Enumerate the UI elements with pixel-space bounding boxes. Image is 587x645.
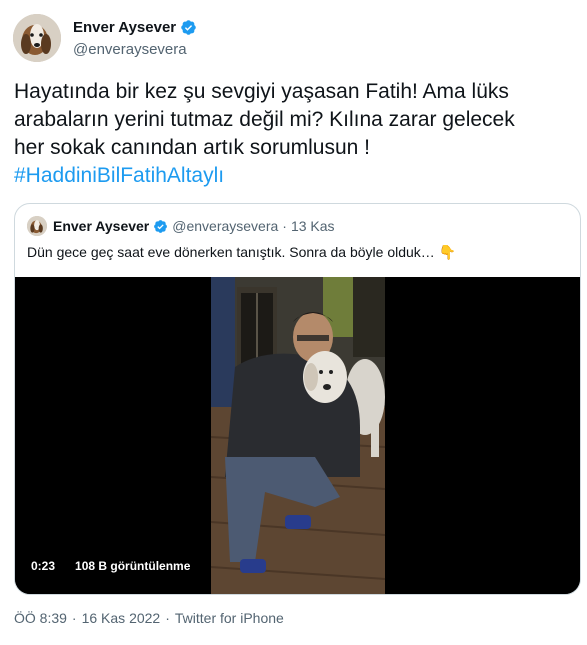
quoted-author-handle: @enveraysevera (172, 218, 279, 234)
separator-dot: · (282, 218, 287, 234)
tweet-source[interactable]: Twitter for iPhone (175, 610, 284, 626)
quoted-author-avatar (27, 216, 47, 236)
hashtag-link[interactable]: #HaddiniBilFatihAltaylı (14, 162, 574, 190)
video-view-count: 108 B görüntülenme (70, 557, 196, 575)
tweet-time[interactable]: ÖÖ 8:39 (14, 610, 67, 626)
tweet-text-line: her sokak canından artık sorumlusun ! (14, 136, 371, 159)
quoted-author-name: Enver Aysever (53, 218, 150, 234)
tweet-footer: ÖÖ 8:39 · 16 Kas 2022 · Twitter for iPho… (14, 610, 284, 626)
author-name-row: Enver Aysever (73, 19, 197, 36)
video-duration: 0:23 (26, 557, 61, 575)
separator-dot: · (71, 610, 77, 626)
video-overlay: 0:23 108 B görüntülenme (26, 557, 196, 575)
video-player[interactable]: 0:23 108 B görüntülenme (15, 277, 580, 594)
verified-badge-icon (181, 20, 196, 35)
tweet-date[interactable]: 16 Kas 2022 (82, 610, 161, 626)
tweet-text: Hayatında bir kez şu sevgiyi yaşasan Fat… (14, 78, 574, 190)
author-handle[interactable]: @enveraysevera (73, 41, 187, 58)
quoted-tweet-text: Dün gece geç saat eve dönerken tanıştık.… (27, 244, 456, 261)
video-frame (15, 277, 580, 594)
quoted-tweet-header: Enver Aysever @enveraysevera · 13 Kas (27, 216, 335, 236)
quoted-date: 13 Kas (290, 218, 335, 234)
quoted-text: Dün gece geç saat eve dönerken tanıştık.… (27, 244, 435, 260)
pointing-down-emoji-icon: 👇 (438, 244, 457, 260)
author-display-name[interactable]: Enver Aysever (73, 19, 176, 36)
verified-badge-icon (154, 219, 168, 233)
tweet-text-line: Hayatında bir kez şu sevgiyi yaşasan Fat… (14, 80, 509, 103)
tweet-text-line: arabaların yerini tutmaz değil mi? Kılın… (14, 108, 515, 131)
separator-dot: · (165, 610, 170, 626)
author-avatar[interactable] (13, 14, 61, 62)
quoted-tweet-card[interactable]: Enver Aysever @enveraysevera · 13 Kas Dü… (14, 203, 581, 595)
tweet-header: Enver Aysever @enveraysevera (13, 12, 573, 64)
